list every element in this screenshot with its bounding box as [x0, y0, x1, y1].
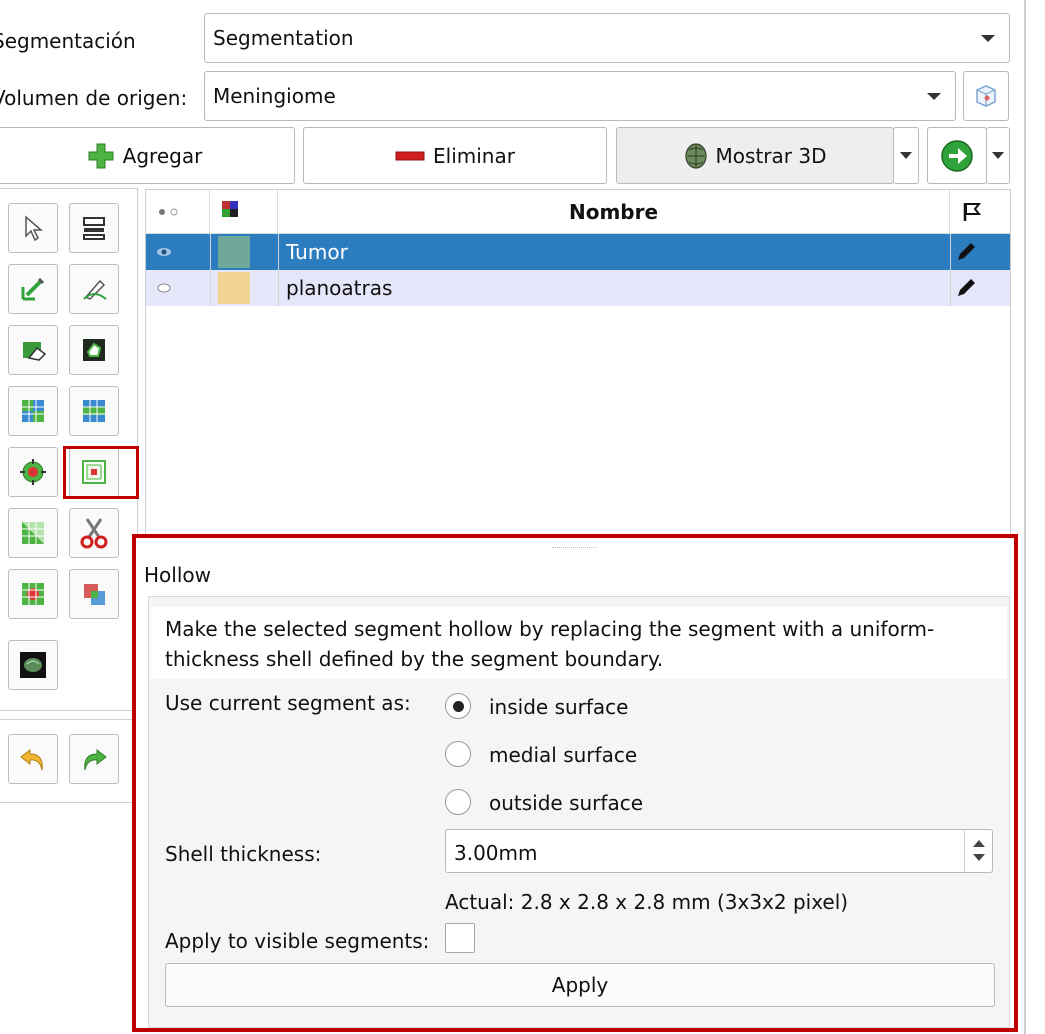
mask-volume-icon	[20, 652, 46, 678]
effect-draw-button[interactable]	[69, 264, 119, 314]
effect-margin-button[interactable]	[8, 447, 58, 497]
add-segment-label: Agregar	[122, 143, 203, 168]
export-dropdown[interactable]	[986, 127, 1010, 184]
volume-geometry-button[interactable]	[963, 71, 1009, 121]
eye-closed-icon[interactable]	[154, 278, 174, 298]
paint-icon	[21, 277, 45, 301]
table-header: Nombre	[146, 190, 1010, 234]
segmentation-label: Segmentación	[0, 29, 136, 53]
effect-smoothing-button[interactable]	[8, 508, 58, 558]
effect-fill-between-slices-button[interactable]	[69, 386, 119, 436]
table-row[interactable]: Tumor	[146, 234, 1010, 270]
column-divider	[950, 234, 951, 306]
edit-pencil-icon[interactable]	[954, 240, 978, 264]
draw-icon	[83, 279, 107, 300]
table-row[interactable]: planoatras	[146, 270, 1010, 306]
chevron-down-icon	[992, 152, 1004, 159]
effect-mask-volume-button[interactable]	[8, 640, 58, 690]
effect-scissors-button[interactable]	[69, 508, 119, 558]
segments-table: Nombre Tumor planoatras	[145, 189, 1011, 537]
show-3d-button[interactable]: Mostrar 3D	[616, 127, 894, 184]
margin-icon	[20, 459, 46, 485]
segmentation-combo-value: Segmentation	[213, 26, 354, 50]
effect-erase-button[interactable]	[8, 325, 58, 375]
eraser-icon	[23, 342, 47, 361]
eye-toggle-icon	[159, 208, 178, 216]
eye-open-icon[interactable]	[154, 242, 174, 262]
show-3d-dropdown[interactable]	[893, 127, 919, 184]
undo-icon	[20, 748, 43, 771]
plus-icon	[88, 143, 114, 168]
effect-threshold-button[interactable]	[69, 203, 119, 253]
color-grid-icon	[222, 201, 238, 217]
effect-paint-button[interactable]	[8, 264, 58, 314]
source-volume-label: Volumen de origen:	[0, 86, 188, 110]
smoothing-icon	[22, 522, 44, 544]
remove-segment-label: Eliminar	[433, 143, 515, 168]
pointer-icon	[25, 215, 44, 242]
status-header[interactable]	[950, 190, 1010, 234]
segment-name[interactable]: Tumor	[286, 234, 348, 270]
minus-icon	[395, 151, 425, 160]
segmentation-combo[interactable]: Segmentation	[204, 13, 1010, 63]
source-volume-combo[interactable]: Meningiome	[204, 71, 956, 121]
column-divider	[278, 234, 279, 306]
islands-icon	[22, 583, 44, 605]
3d-head-icon	[684, 142, 707, 169]
segment-color-swatch[interactable]	[218, 272, 250, 304]
fill-between-slices-icon	[83, 400, 105, 422]
source-volume-combo-value: Meningiome	[213, 84, 336, 108]
undo-button[interactable]	[8, 734, 58, 784]
flag-icon	[963, 203, 982, 221]
segment-color-swatch[interactable]	[218, 236, 250, 268]
effect-level-tracing-button[interactable]	[69, 325, 119, 375]
segment-name[interactable]: planoatras	[286, 270, 392, 306]
remove-segment-button[interactable]: Eliminar	[303, 127, 607, 184]
chevron-down-icon	[981, 35, 995, 42]
hollow-tool-highlight	[63, 446, 139, 499]
logical-operators-icon	[84, 584, 105, 605]
effect-grow-from-seeds-button[interactable]	[8, 386, 58, 436]
chevron-down-icon	[927, 93, 941, 100]
export-button[interactable]	[927, 127, 987, 184]
effect-islands-button[interactable]	[8, 569, 58, 619]
redo-button[interactable]	[69, 734, 119, 784]
name-header[interactable]: Nombre	[278, 190, 950, 234]
scissors-icon	[80, 518, 108, 549]
redo-icon	[84, 748, 107, 771]
level-tracing-icon	[83, 339, 105, 361]
color-header[interactable]	[210, 190, 278, 234]
effect-pointer-button[interactable]	[8, 203, 58, 253]
threshold-icon	[83, 217, 105, 240]
arrow-right-circle-icon	[941, 139, 973, 172]
geometry-cube-icon	[976, 85, 996, 107]
right-frame-border	[1024, 0, 1026, 1034]
hollow-panel-highlight	[132, 534, 1018, 1032]
grow-from-seeds-icon	[22, 400, 44, 422]
visibility-header[interactable]	[146, 190, 210, 234]
chevron-down-icon	[900, 152, 912, 159]
add-segment-button[interactable]: Agregar	[0, 127, 295, 184]
edit-pencil-icon[interactable]	[954, 276, 978, 300]
column-divider	[210, 234, 211, 306]
effect-logical-operators-button[interactable]	[69, 569, 119, 619]
show-3d-label: Mostrar 3D	[715, 143, 827, 168]
